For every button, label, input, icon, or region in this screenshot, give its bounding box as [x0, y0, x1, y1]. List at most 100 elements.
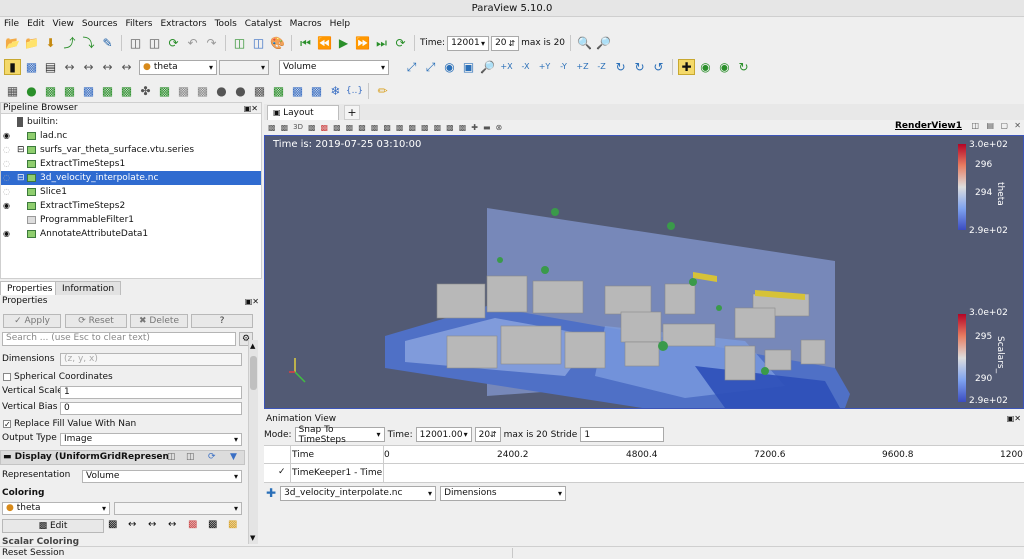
edit-color-map-icon[interactable]: ▩ [23, 59, 40, 75]
stream-tracer-icon[interactable]: ✤ [137, 83, 154, 99]
plot-selection-icon[interactable]: ● [232, 83, 249, 99]
python-calculator-icon[interactable]: ▩ [289, 83, 306, 99]
representation-combo[interactable]: Volume ▾ [279, 59, 389, 75]
pick-center-icon[interactable]: ◉ [716, 59, 733, 75]
zoom-data-icon[interactable]: 🔎 [595, 35, 612, 51]
properties-search-input[interactable]: Search ... (use Esc to clear text) [2, 332, 236, 346]
glyph-icon[interactable]: ▩ [118, 83, 135, 99]
rotate-minus-90-icon[interactable]: ↺ [650, 59, 667, 75]
warp-vector-icon[interactable]: ▩ [156, 83, 173, 99]
save-data-icon[interactable]: ⬇ [42, 35, 59, 51]
color-by-combo[interactable]: ● theta ▾ [139, 59, 217, 75]
properties-scrollbar[interactable]: ▲ ▼ [248, 340, 258, 544]
extract-selection-icon[interactable]: ▩ [421, 123, 429, 132]
tab-layout-1[interactable]: ▣ Layout #1✕ [267, 105, 339, 132]
timekeeper-checkbox[interactable]: ✓ [278, 468, 287, 477]
open-file-icon[interactable]: 📂 [4, 35, 21, 51]
camera-undo-icon[interactable]: ◫ [231, 35, 248, 51]
capture-icon[interactable]: ▩ [281, 123, 289, 132]
grow-selection-icon[interactable]: ▩ [396, 123, 404, 132]
play-icon[interactable]: ▶ [335, 35, 352, 51]
show-center-icon[interactable]: ✚ [678, 59, 695, 75]
dimensions-field[interactable]: (z, y, x) [60, 353, 242, 366]
component-combo[interactable]: ▾ [219, 59, 269, 75]
vertical-scale-input[interactable]: 1 [60, 386, 242, 399]
connect-icon[interactable]: ◫ [127, 35, 144, 51]
undo-icon[interactable]: ↶ [184, 35, 201, 51]
previous-frame-icon[interactable]: ⏪ [316, 35, 333, 51]
ruler-icon[interactable]: ✏ [374, 83, 391, 99]
last-frame-icon[interactable]: ⏭ [373, 35, 390, 51]
first-frame-icon[interactable]: ⏮ [297, 35, 314, 51]
interactive-select-icon[interactable]: ▩ [358, 123, 366, 132]
select-cells-icon[interactable]: ▩ [308, 123, 316, 132]
eye-closed-icon[interactable]: ◌ [3, 188, 12, 196]
load-state-icon[interactable]: ⤴ [61, 35, 78, 51]
slice-icon[interactable]: ▩ [61, 83, 78, 99]
add-layout-button[interactable]: + [344, 105, 360, 120]
scroll-up-icon[interactable]: ▲ [250, 342, 255, 350]
reload-icon[interactable]: ⟳ [208, 452, 216, 462]
rotate-plus-90-icon[interactable]: ↻ [631, 59, 648, 75]
reset-range-icon[interactable]: ▤ [42, 59, 59, 75]
mode-select[interactable]: Snap To TimeSteps ▾ [294, 425, 385, 445]
camera-redo-icon[interactable]: ◫ [250, 35, 267, 51]
render-view[interactable]: Time is: 2019-07-25 03:10:00 3.0e+02 296… [264, 135, 1024, 409]
subtract-selection-icon[interactable]: ▬ [483, 123, 491, 132]
eye-icon[interactable]: ◉ [3, 202, 12, 210]
brackets-icon[interactable]: {..} [346, 83, 363, 99]
tab-properties[interactable]: Properties [0, 281, 60, 295]
rescale-time-icon[interactable]: ↔ [80, 59, 97, 75]
spherical-coordinates-checkbox[interactable] [3, 373, 11, 381]
invert-colormap-icon[interactable]: ▩ [188, 519, 197, 530]
save-preset-icon[interactable]: ▩ [228, 519, 237, 530]
select-points-icon[interactable]: ▩ [321, 123, 329, 132]
zoom-to-box-icon[interactable]: ▣ [460, 59, 477, 75]
disconnect-icon[interactable]: ◫ [146, 35, 163, 51]
add-selection-icon[interactable]: ✚ [471, 123, 478, 132]
reset-camera-icon[interactable]: ⤢ [403, 59, 420, 75]
eye-closed-icon[interactable]: ◌ [3, 160, 12, 168]
recent-files-icon[interactable]: 📁 [23, 35, 40, 51]
select-polygon-icon[interactable]: ▩ [383, 123, 391, 132]
pipeline-item[interactable]: ◌ ⊟ surfs_var_theta_surface.vtu.series [1, 143, 261, 157]
rescale-icon[interactable]: ↔ [128, 519, 136, 530]
isometric-view-icon[interactable]: ↻ [612, 59, 629, 75]
group-datasets-icon[interactable]: ▩ [175, 83, 192, 99]
extract-subset-icon[interactable]: ▩ [99, 83, 116, 99]
menu-file[interactable]: File [0, 17, 23, 31]
time-step-spinbox[interactable]: 20 ⇵ [491, 35, 520, 51]
stride-input[interactable]: 1 [580, 427, 665, 442]
pipeline-item[interactable]: ProgrammableFilter1 [1, 213, 261, 227]
rescale-visible-icon[interactable]: ↔ [99, 59, 116, 75]
plot-selection-icon[interactable]: ▩ [434, 123, 442, 132]
coloring-select[interactable]: ● theta ▾ [2, 502, 110, 515]
select-frustum-icon[interactable]: ▩ [333, 123, 341, 132]
choose-preset-icon[interactable]: ▩ [208, 519, 217, 530]
track-property-select[interactable]: Dimensions ▾ [440, 485, 567, 501]
dock-close-icon[interactable]: ▣✕ [244, 103, 258, 114]
clip-icon[interactable]: ▩ [42, 83, 59, 99]
anim-time-select[interactable]: 12001.00 ▾ [415, 427, 472, 442]
zoom-closest-icon[interactable]: ◉ [441, 59, 458, 75]
pipeline-item[interactable]: ◉ AnnotateAttributeData1 [1, 227, 261, 241]
clear-selection-icon[interactable]: ▩ [459, 123, 467, 132]
reset-button[interactable]: ⟳ Reset [65, 314, 127, 328]
timekeeper-row[interactable]: ✓ TimeKeeper1 - Time [264, 464, 1024, 483]
plot-over-line-icon[interactable]: ● [213, 83, 230, 99]
find-data-icon[interactable]: ▩ [446, 123, 454, 132]
calculator-icon[interactable]: ▦ [4, 83, 21, 99]
menu-catalyst[interactable]: Catalyst [241, 17, 286, 31]
menu-edit[interactable]: Edit [23, 17, 48, 31]
add-track-icon[interactable]: ✚ [266, 486, 276, 500]
menu-tools[interactable]: Tools [211, 17, 241, 31]
dock-close-icon[interactable]: ▣✕ [245, 296, 259, 307]
anim-step-spinbox[interactable]: 20 ⇵ [474, 427, 501, 442]
temporal-icon[interactable]: ▩ [308, 83, 325, 99]
dock-close-icon[interactable]: ▣✕ [1007, 414, 1021, 423]
redo-icon[interactable]: ↷ [203, 35, 220, 51]
hover-points-icon[interactable]: ▩ [371, 123, 379, 132]
extract-level-icon[interactable]: ▩ [194, 83, 211, 99]
interaction-mode-icon[interactable]: ↻ [735, 59, 752, 75]
eye-icon[interactable]: ◉ [3, 132, 12, 140]
